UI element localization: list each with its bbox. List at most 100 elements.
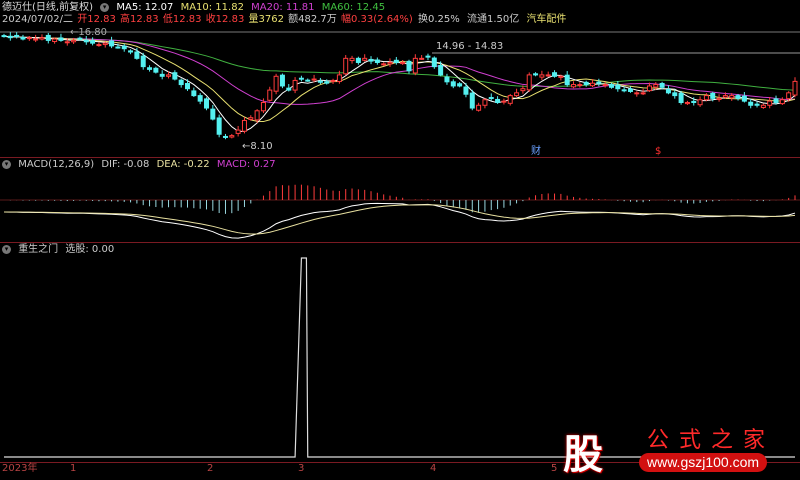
watermark: 股 公式之家 www.gszj100.com: [555, 420, 800, 478]
axis-label-month: 3: [298, 463, 305, 474]
candle-down: [305, 79, 311, 82]
candle-up: [722, 95, 728, 98]
candle-up: [241, 119, 247, 132]
candle-up: [349, 57, 355, 62]
axis-label-month: 4: [430, 463, 437, 474]
candle-up: [33, 38, 39, 41]
candle-down: [172, 72, 178, 80]
candle-up: [640, 92, 646, 95]
dropdown-icon[interactable]: ▾: [2, 244, 11, 254]
candle-down: [608, 84, 614, 88]
high-price-value: 16.80: [78, 27, 108, 38]
candle-up: [235, 129, 241, 134]
candle-down: [279, 74, 285, 87]
low-price-label: ←8.10: [242, 141, 273, 152]
candle-up: [545, 74, 551, 77]
candle-down: [286, 87, 292, 91]
candle-up: [703, 95, 709, 101]
candle-down: [583, 81, 589, 86]
candle-down: [374, 59, 380, 63]
candle-down: [178, 79, 184, 86]
candle-down: [773, 98, 779, 104]
candle-up: [646, 85, 652, 92]
candle-up: [381, 63, 387, 66]
signal-title: 重生之门: [18, 244, 59, 255]
candle-down: [324, 81, 330, 84]
candle-down: [672, 92, 678, 97]
panel-divider[interactable]: [0, 157, 800, 158]
candle-down: [463, 86, 469, 95]
candle-up: [336, 74, 342, 83]
dif-line: [3, 202, 796, 239]
candle-down: [615, 84, 621, 90]
candle-down: [216, 117, 222, 135]
candle-down: [115, 46, 121, 49]
candle-up: [634, 92, 640, 95]
candle-down: [533, 73, 539, 76]
ma5-line: [3, 35, 796, 132]
candle-up: [514, 92, 520, 97]
candle-up: [419, 57, 425, 60]
candle-down: [735, 95, 741, 99]
high-price-label: ←16.80: [70, 27, 108, 38]
candle-down: [678, 92, 684, 104]
candle-down: [140, 55, 146, 68]
candle-up: [684, 102, 690, 105]
candle-down: [621, 89, 627, 92]
axis-label-month: 2: [207, 463, 214, 474]
axis-label-year: 2023年: [2, 463, 38, 474]
candle-up: [71, 39, 77, 43]
candle-up: [267, 89, 273, 101]
candle-down: [438, 65, 444, 76]
watermark-logo: 股: [563, 431, 603, 478]
candle-up: [786, 92, 792, 100]
candle-down: [317, 80, 323, 83]
candle-down: [159, 73, 165, 77]
candle-down: [488, 97, 494, 100]
candle-down: [45, 34, 51, 41]
candle-up: [400, 61, 406, 65]
chart-canvas[interactable]: [0, 0, 800, 476]
candle-down: [710, 92, 716, 99]
candle-down: [495, 98, 501, 104]
candle-down: [741, 95, 747, 102]
panel-divider[interactable]: [0, 242, 800, 243]
candle-down: [659, 82, 665, 88]
candle-down: [134, 51, 140, 59]
macd-value: MACD: 0.27: [216, 159, 276, 170]
candle-down: [596, 81, 602, 84]
candle-down: [627, 88, 633, 92]
macd-header: ▾ MACD(12,26,9) DIF: -0.08 DEA: -0.22 MA…: [2, 159, 280, 171]
range-label: 14.96 - 14.83: [436, 41, 504, 52]
candle-down: [393, 59, 399, 63]
candle-up: [571, 84, 577, 88]
candle-down: [469, 92, 475, 109]
candle-down: [431, 57, 437, 68]
candle-up: [343, 57, 349, 75]
candle-down: [665, 89, 671, 94]
macd-title: MACD(12,26,9): [18, 159, 95, 170]
candle-up: [330, 79, 336, 82]
dif-value: DIF: -0.08: [101, 159, 150, 170]
dea-line: [3, 204, 796, 235]
candle-down: [748, 101, 754, 106]
candle-down: [222, 135, 228, 138]
candle-up: [590, 82, 596, 87]
candle-down: [203, 98, 209, 109]
candle-down: [457, 83, 463, 87]
candle-down: [20, 36, 26, 40]
candle-down: [564, 74, 570, 86]
candle-down: [425, 55, 431, 58]
dropdown-icon[interactable]: ▾: [2, 159, 11, 169]
axis-label-month: 1: [70, 463, 77, 474]
candle-down: [210, 108, 216, 120]
candle-up: [102, 42, 108, 46]
candle-down: [83, 39, 89, 43]
candle-up: [760, 104, 766, 108]
candle-up: [26, 37, 32, 40]
candle-up: [64, 41, 70, 44]
watermark-url: www.gszj100.com: [639, 453, 768, 472]
candle-down: [109, 40, 115, 47]
candle-up: [729, 95, 735, 99]
candle-up: [311, 78, 317, 81]
